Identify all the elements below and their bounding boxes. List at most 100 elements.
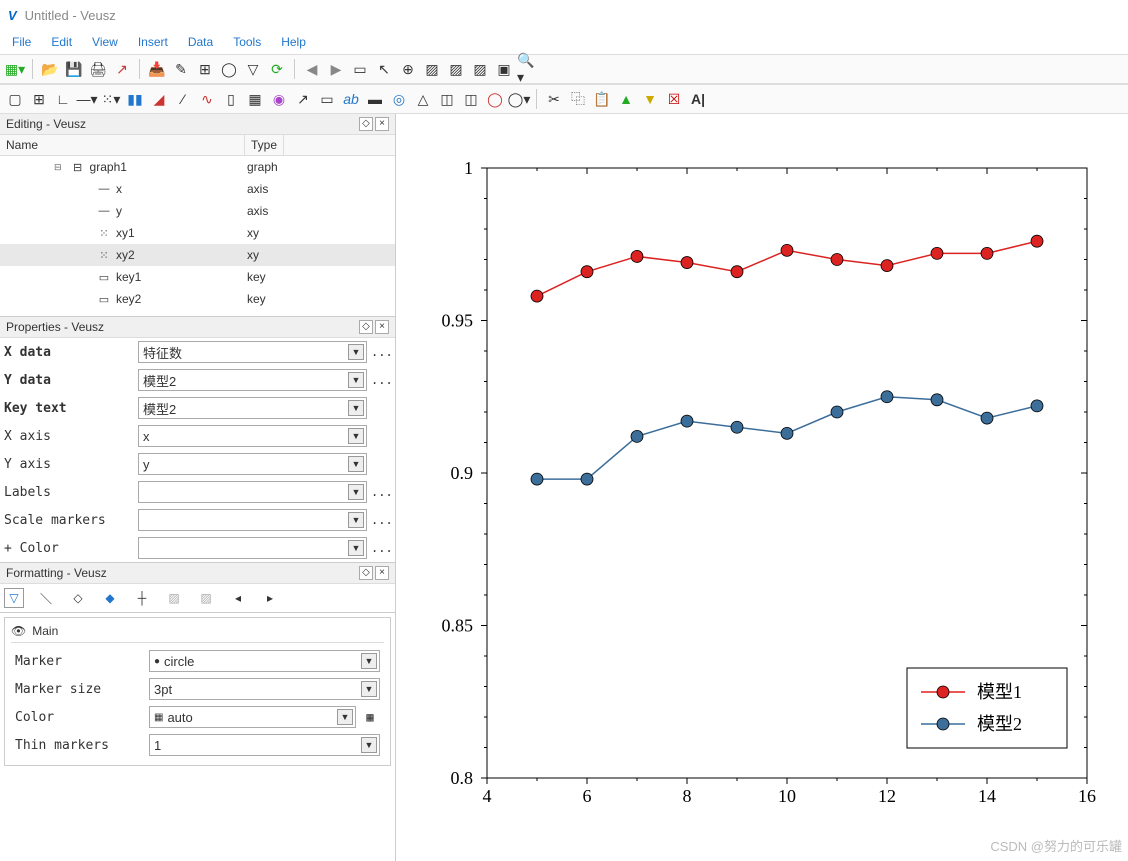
prop-input[interactable]: 模型2▼ xyxy=(138,397,367,419)
prop-input[interactable]: y▼ xyxy=(138,453,367,475)
tree-row-x[interactable]: — xaxis xyxy=(0,178,395,200)
menu-insert[interactable]: Insert xyxy=(130,33,176,51)
shape-widget-icon[interactable]: ◯▾ xyxy=(508,88,530,110)
axis-widget-icon[interactable]: —▾ xyxy=(76,88,98,110)
cut-icon[interactable]: ✂ xyxy=(543,88,565,110)
fit-widget-icon[interactable]: ⁄ xyxy=(172,88,194,110)
tree-body[interactable]: ⊟⊟ graph1graph— xaxis— yaxis⁙ xy1xy⁙ xy2… xyxy=(0,156,395,316)
fmt-tab-prev[interactable]: ◂ xyxy=(228,588,248,608)
tree-row-y[interactable]: — yaxis xyxy=(0,200,395,222)
cov-widget-icon[interactable]: ◯ xyxy=(484,88,506,110)
zoom-axis-icon[interactable]: ▨ xyxy=(445,58,467,80)
dock-float-icon[interactable]: ◇ xyxy=(359,320,373,334)
fmt-input[interactable]: 3pt▼ xyxy=(149,678,380,700)
graph-widget-icon[interactable]: ∟ xyxy=(52,88,74,110)
grid-widget-icon[interactable]: ⊞ xyxy=(28,88,50,110)
fmt-tab-markerfill[interactable]: ◆ xyxy=(100,588,120,608)
menu-tools[interactable]: Tools xyxy=(225,33,269,51)
capture-icon[interactable]: ◯ xyxy=(218,58,240,80)
dropdown-icon[interactable]: ▼ xyxy=(361,737,377,753)
fmt-tab-error[interactable]: ┼ xyxy=(132,588,152,608)
ternary-widget-icon[interactable]: △ xyxy=(412,88,434,110)
import-data-icon[interactable]: 📥 xyxy=(146,58,168,80)
3d-widget-icon[interactable]: ◫ xyxy=(436,88,458,110)
bar-widget-icon[interactable]: ▮▮ xyxy=(124,88,146,110)
dropdown-icon[interactable]: ▼ xyxy=(348,344,364,360)
next-page-icon[interactable]: ▶ xyxy=(325,58,347,80)
histogram-widget-icon[interactable]: ◢ xyxy=(148,88,170,110)
move-up-icon[interactable]: ▲ xyxy=(615,88,637,110)
page-widget-icon[interactable]: ▢ xyxy=(4,88,26,110)
dropdown-icon[interactable]: ▼ xyxy=(337,709,353,725)
rename-icon[interactable]: A| xyxy=(687,88,709,110)
reset-zoom-icon[interactable]: ▣ xyxy=(493,58,515,80)
fmt-input[interactable]: ●circle▼ xyxy=(149,650,380,672)
dropdown-icon[interactable]: ▼ xyxy=(348,540,364,556)
new-doc-icon[interactable]: ▦▾ xyxy=(4,58,26,80)
open-icon[interactable]: 📂 xyxy=(39,58,61,80)
zoom-icon[interactable]: 🔍▾ xyxy=(517,58,539,80)
prop-extra-button[interactable]: ... xyxy=(371,345,391,359)
fmt-tab-line[interactable]: ＼ xyxy=(36,588,56,608)
fmt-input[interactable]: ▦auto▼ xyxy=(149,706,356,728)
menu-edit[interactable]: Edit xyxy=(43,33,80,51)
dropdown-icon[interactable]: ▼ xyxy=(348,400,364,416)
fmt-tab-fillabove[interactable]: ▨ xyxy=(196,588,216,608)
prev-page-icon[interactable]: ◀ xyxy=(301,58,323,80)
recenter-icon[interactable]: ▨ xyxy=(469,58,491,80)
image-widget-icon[interactable]: ▦ xyxy=(244,88,266,110)
export-icon[interactable]: ↗ xyxy=(111,58,133,80)
copy-icon[interactable]: ⿻ xyxy=(567,88,589,110)
menu-view[interactable]: View xyxy=(84,33,126,51)
prop-extra-button[interactable]: ... xyxy=(371,485,391,499)
reload-icon[interactable]: ⟳ xyxy=(266,58,288,80)
dropdown-icon[interactable]: ▼ xyxy=(348,428,364,444)
menu-help[interactable]: Help xyxy=(273,33,314,51)
new-dataset-icon[interactable]: ⊞ xyxy=(194,58,216,80)
dropdown-icon[interactable]: ▼ xyxy=(348,456,364,472)
fmt-tab-marker[interactable]: ◇ xyxy=(68,588,88,608)
tree-row-xy2[interactable]: ⁙ xy2xy xyxy=(0,244,395,266)
crosshair-icon[interactable]: ⊕ xyxy=(397,58,419,80)
dock-close-icon[interactable]: × xyxy=(375,566,389,580)
prop-input[interactable]: ▼ xyxy=(138,509,367,531)
tree-col-name[interactable]: Name xyxy=(0,135,245,155)
prop-input[interactable]: 特征数▼ xyxy=(138,341,367,363)
prop-extra-button[interactable]: ... xyxy=(371,373,391,387)
dropdown-icon[interactable]: ▼ xyxy=(361,681,377,697)
delete-icon[interactable]: ☒ xyxy=(663,88,685,110)
dropdown-icon[interactable]: ▼ xyxy=(361,653,377,669)
tree-col-type[interactable]: Type xyxy=(245,135,284,155)
move-down-icon[interactable]: ▼ xyxy=(639,88,661,110)
menu-file[interactable]: File xyxy=(4,33,39,51)
prop-input[interactable]: ▼ xyxy=(138,481,367,503)
save-icon[interactable]: 💾 xyxy=(63,58,85,80)
zoom-graph-icon[interactable]: ▨ xyxy=(421,58,443,80)
visibility-icon[interactable]: 👁 xyxy=(11,624,26,638)
menu-data[interactable]: Data xyxy=(180,33,221,51)
dropdown-icon[interactable]: ▼ xyxy=(348,484,364,500)
boxplot-widget-icon[interactable]: ▯ xyxy=(220,88,242,110)
prop-input[interactable]: x▼ xyxy=(138,425,367,447)
dock-float-icon[interactable]: ◇ xyxy=(359,117,373,131)
function-widget-icon[interactable]: ∿ xyxy=(196,88,218,110)
prop-extra-button[interactable]: ... xyxy=(371,541,391,555)
tree-row-graph1[interactable]: ⊟⊟ graph1graph xyxy=(0,156,395,178)
pointer-icon[interactable]: ↖ xyxy=(373,58,395,80)
fmt-tab-main[interactable]: ▽ xyxy=(4,588,24,608)
fmt-tab-fillbelow[interactable]: ▨ xyxy=(164,588,184,608)
edit-data-icon[interactable]: ✎ xyxy=(170,58,192,80)
dropdown-icon[interactable]: ▼ xyxy=(348,372,364,388)
fmt-tab-next[interactable]: ▸ xyxy=(260,588,280,608)
contour-widget-icon[interactable]: ◉ xyxy=(268,88,290,110)
tree-row-xy1[interactable]: ⁙ xy1xy xyxy=(0,222,395,244)
colorbar-widget-icon[interactable]: ▬ xyxy=(364,88,386,110)
tree-row-key2[interactable]: ▭ key2key xyxy=(0,288,395,310)
dock-close-icon[interactable]: × xyxy=(375,320,389,334)
scene3d-widget-icon[interactable]: ◫ xyxy=(460,88,482,110)
tree-row-key1[interactable]: ▭ key1key xyxy=(0,266,395,288)
dock-float-icon[interactable]: ◇ xyxy=(359,566,373,580)
key-widget-icon[interactable]: ▭ xyxy=(316,88,338,110)
dropdown-icon[interactable]: ▼ xyxy=(348,512,364,528)
prop-input[interactable]: ▼ xyxy=(138,537,367,559)
